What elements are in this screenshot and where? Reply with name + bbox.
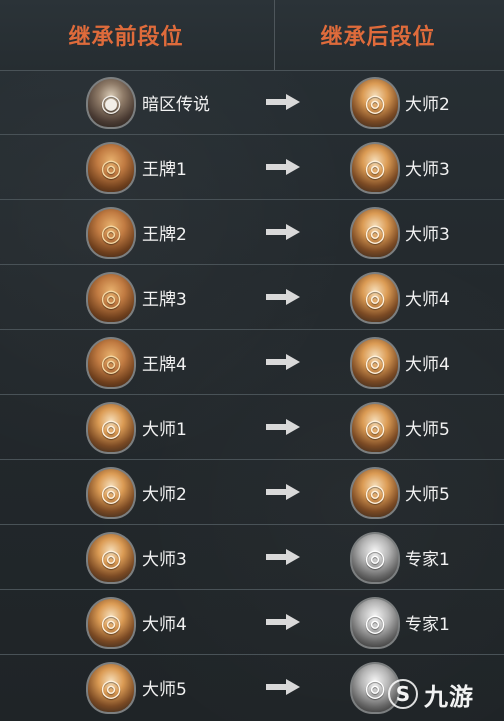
after-rank-label: 大师5 <box>405 419 450 440</box>
table-row: ◎ 大师1 ◎ 大师5 <box>0 395 504 460</box>
wolf-badge-icon: ◎ <box>350 597 400 649</box>
arrow-right-icon <box>266 287 300 307</box>
lion-badge-icon: ◎ <box>86 337 136 389</box>
dark-legend-badge-icon: ◉ <box>86 77 136 129</box>
tiger-badge-icon: ◎ <box>350 77 400 129</box>
arrow-right-icon <box>266 482 300 502</box>
tiger-badge-icon: ◎ <box>350 402 400 454</box>
after-rank-header: 继承后段位 <box>320 25 436 50</box>
table-row: ◎ 王牌4 ◎ 大师4 <box>0 330 504 395</box>
lion-badge-icon: ◎ <box>86 142 136 194</box>
arrow-right-icon <box>266 222 300 242</box>
tiger-badge-icon: ◎ <box>350 272 400 324</box>
tiger-badge-icon: ◎ <box>350 142 400 194</box>
wolf-badge-icon: ◎ <box>350 532 400 584</box>
after-rank-label: 专家1 <box>405 549 450 570</box>
before-rank-label: 王牌4 <box>142 354 187 375</box>
before-rank-label: 大师5 <box>142 679 187 700</box>
before-rank-label: 王牌1 <box>142 159 187 180</box>
before-rank-label: 大师4 <box>142 614 187 635</box>
table-row: ◎ 王牌2 ◎ 大师3 <box>0 200 504 265</box>
after-rank-label: 大师4 <box>405 289 450 310</box>
watermark: S 九游 <box>388 677 494 711</box>
before-rank-label: 大师3 <box>142 549 187 570</box>
tiger-badge-icon: ◎ <box>86 597 136 649</box>
tiger-badge-icon: ◎ <box>350 467 400 519</box>
before-rank-label: 大师1 <box>142 419 187 440</box>
watermark-logo-icon: S <box>388 679 418 709</box>
arrow-right-icon <box>266 352 300 372</box>
tiger-badge-icon: ◎ <box>86 467 136 519</box>
arrow-right-icon <box>266 92 300 112</box>
after-rank-label: 专家1 <box>405 614 450 635</box>
after-rank-label: 大师3 <box>405 224 450 245</box>
arrow-right-icon <box>266 677 300 697</box>
before-rank-label: 大师2 <box>142 484 187 505</box>
arrow-right-icon <box>266 547 300 567</box>
before-rank-label: 王牌3 <box>142 289 187 310</box>
tiger-badge-icon: ◎ <box>86 662 136 714</box>
watermark-text: 九游 <box>424 682 474 711</box>
arrow-right-icon <box>266 612 300 632</box>
arrow-right-icon <box>266 417 300 437</box>
table-header: 继承前段位 继承后段位 <box>0 0 504 71</box>
tiger-badge-icon: ◎ <box>350 207 400 259</box>
arrow-right-icon <box>266 157 300 177</box>
table-row: ◎ 大师3 ◎ 专家1 <box>0 525 504 590</box>
table-row: ◎ 大师2 ◎ 大师5 <box>0 460 504 525</box>
table-row: ◎ 王牌1 ◎ 大师3 <box>0 135 504 200</box>
table-row: ◎ 王牌3 ◎ 大师4 <box>0 265 504 330</box>
before-rank-label: 王牌2 <box>142 224 187 245</box>
table-row: ◎ 大师4 ◎ 专家1 <box>0 590 504 655</box>
rank-inheritance-table: 继承前段位 继承后段位 ◉ 暗区传说 ◎ 大师2 ◎ 王牌1 ◎ 大师3 ◎ 王… <box>0 0 504 721</box>
tiger-badge-icon: ◎ <box>86 402 136 454</box>
lion-badge-icon: ◎ <box>86 272 136 324</box>
before-rank-label: 暗区传说 <box>142 94 210 115</box>
before-rank-header: 继承前段位 <box>68 25 184 50</box>
after-rank-label: 大师2 <box>405 94 450 115</box>
after-rank-label: 大师3 <box>405 159 450 180</box>
tiger-badge-icon: ◎ <box>86 532 136 584</box>
table-row: ◉ 暗区传说 ◎ 大师2 <box>0 70 504 135</box>
tiger-badge-icon: ◎ <box>350 337 400 389</box>
lion-badge-icon: ◎ <box>86 207 136 259</box>
after-rank-label: 大师4 <box>405 354 450 375</box>
after-rank-label: 大师5 <box>405 484 450 505</box>
